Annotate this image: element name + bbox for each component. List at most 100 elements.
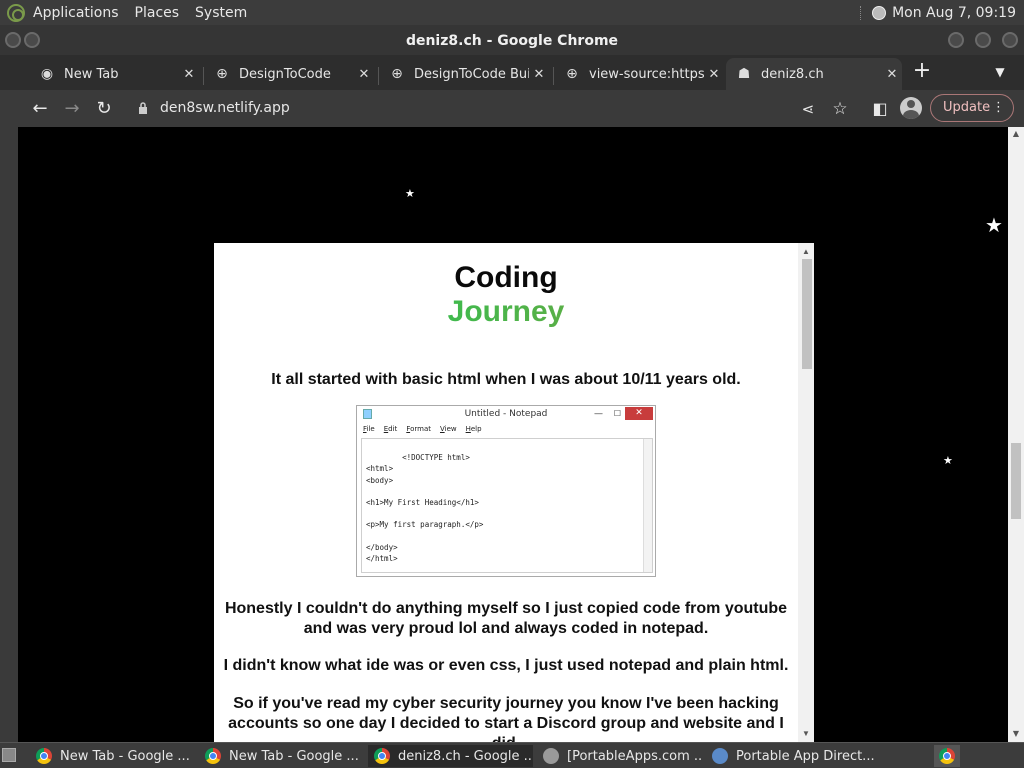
- minimize-icon[interactable]: [948, 32, 964, 48]
- notepad-menu-format: Format: [406, 425, 431, 433]
- browser-toolbar: ← → ↻ den8sw.netlify.app ⋖ ☆ ◧ Update ⋮: [18, 90, 1024, 127]
- tab-search-chevron-icon[interactable]: ▼: [990, 62, 1010, 82]
- tab-designtocode[interactable]: ⊕ DesignToCode ✕: [204, 58, 374, 90]
- tab-label: deniz8.ch: [761, 66, 824, 82]
- network-icon[interactable]: [872, 5, 887, 20]
- taskbar-item[interactable]: [PortableApps.com ...: [537, 745, 702, 767]
- tab-designtocode-build[interactable]: ⊕ DesignToCode Buil ✕: [379, 58, 549, 90]
- page-viewport[interactable]: ★ ★ ★ Coding Journey It all started with…: [18, 127, 1008, 742]
- new-tab-button[interactable]: +: [910, 60, 934, 84]
- globe-icon: ⊕: [216, 66, 228, 82]
- taskbar-item[interactable]: Portable App Direct...: [706, 745, 876, 767]
- window-title: deniz8.ch - Google Chrome: [405, 33, 619, 49]
- card-scroll-up-icon[interactable]: ▲: [798, 245, 814, 259]
- chrome-icon: [36, 748, 52, 764]
- update-label: Update: [943, 100, 991, 115]
- applications-menu[interactable]: Applications: [33, 5, 119, 21]
- window-menu-icon[interactable]: [5, 32, 21, 48]
- page-scroll-up-icon[interactable]: ▲: [1008, 127, 1024, 141]
- taskbar: New Tab - Google ... New Tab - Google ..…: [0, 742, 1024, 768]
- content-card: Coding Journey It all started with basic…: [214, 243, 814, 742]
- url-text: den8sw.netlify.app: [160, 100, 290, 116]
- notepad-screenshot: Untitled - Notepad — ☐ ✕ File Edit Forma…: [356, 405, 656, 577]
- distro-logo-icon[interactable]: [7, 3, 25, 22]
- window-left-edge: [0, 90, 18, 742]
- notepad-menu-file: File: [363, 425, 375, 433]
- close-window-icon[interactable]: [1002, 32, 1018, 48]
- system-panel: Applications Places System Mon Aug 7, 09…: [0, 0, 1024, 25]
- notepad-menu-edit: Edit: [383, 425, 398, 433]
- page-scrollbar-thumb[interactable]: [1011, 443, 1021, 519]
- notepad-code-text: <!DOCTYPE html> <html> <body> <h1>My Fir…: [366, 453, 484, 564]
- taskbar-label: Portable App Direct...: [736, 748, 875, 764]
- bookmark-star-icon[interactable]: ☆: [828, 97, 852, 121]
- chrome-icon: [939, 748, 955, 764]
- star-decoration-icon: ★: [985, 213, 1003, 237]
- system-menu[interactable]: System: [195, 5, 247, 21]
- notepad-title: Untitled - Notepad: [464, 409, 548, 419]
- taskbar-item-active[interactable]: deniz8.ch - Google ...: [368, 745, 533, 767]
- taskbar-label: New Tab - Google ...: [60, 748, 190, 764]
- tab-label: DesignToCode Buil: [414, 66, 529, 82]
- taskbar-item[interactable]: New Tab - Google ...: [199, 745, 364, 767]
- notepad-menubar: File Edit Format View Help: [357, 422, 655, 436]
- globe-icon: [712, 748, 728, 764]
- maximize-icon[interactable]: [975, 32, 991, 48]
- notepad-code: <!DOCTYPE html> <html> <body> <h1>My Fir…: [361, 438, 653, 573]
- lock-icon[interactable]: [138, 102, 148, 114]
- tab-close-icon[interactable]: ✕: [704, 67, 724, 82]
- notepad-menu-view: View: [439, 425, 457, 433]
- address-bar[interactable]: den8sw.netlify.app: [130, 94, 850, 123]
- paragraph-copied-line2: and was very proud lol and always coded …: [303, 620, 709, 637]
- tab-close-icon[interactable]: ✕: [529, 67, 549, 82]
- star-decoration-icon: ★: [405, 187, 415, 200]
- clock[interactable]: Mon Aug 7, 09:19: [892, 5, 1016, 21]
- card-scrollbar-thumb[interactable]: [802, 259, 812, 369]
- tab-close-icon[interactable]: ✕: [179, 67, 199, 82]
- chrome-icon: [374, 748, 390, 764]
- globe-icon: ⊕: [391, 66, 403, 82]
- page-scroll-down-icon[interactable]: ▼: [1008, 727, 1024, 741]
- notepad-titlebar: Untitled - Notepad — ☐ ✕: [357, 406, 655, 422]
- app-icon: [543, 748, 559, 764]
- tray-chrome-item[interactable]: [934, 745, 960, 767]
- chrome-icon: ◉: [40, 66, 54, 82]
- tab-label: DesignToCode: [239, 66, 331, 82]
- paragraph-discord-line2: accounts so one day I decided to start a…: [228, 715, 784, 742]
- tab-view-source[interactable]: ⊕ view-source:https: ✕: [554, 58, 724, 90]
- card-scroll-down-icon[interactable]: ▼: [798, 727, 814, 741]
- tab-new-tab[interactable]: ◉ New Tab ✕: [29, 58, 199, 90]
- tab-label: view-source:https:: [589, 66, 704, 82]
- tab-deniz8[interactable]: ☗ deniz8.ch ✕: [726, 58, 902, 90]
- site-icon: ☗: [737, 66, 751, 82]
- back-icon[interactable]: ←: [28, 97, 52, 121]
- taskbar-label: New Tab - Google ...: [229, 748, 359, 764]
- side-panel-icon[interactable]: ◧: [868, 97, 892, 121]
- chrome-icon: [205, 748, 221, 764]
- window-shade-icon[interactable]: [24, 32, 40, 48]
- tab-close-icon[interactable]: ✕: [882, 67, 902, 82]
- notepad-icon: [363, 409, 372, 419]
- tab-strip: ◉ New Tab ✕ ⊕ DesignToCode ✕ ⊕ DesignToC…: [0, 55, 1024, 90]
- taskbar-item[interactable]: New Tab - Google ...: [30, 745, 195, 767]
- page-scrollbar[interactable]: ▲ ▼: [1008, 127, 1024, 742]
- update-button[interactable]: Update ⋮: [930, 94, 1014, 122]
- window-titlebar[interactable]: deniz8.ch - Google Chrome: [0, 25, 1024, 55]
- paragraph-discord-line1: So if you've read my cyber security jour…: [233, 695, 779, 712]
- share-icon[interactable]: ⋖: [796, 97, 820, 121]
- star-decoration-icon: ★: [943, 454, 953, 467]
- paragraph-no-ide: I didn't know what ide was or even css, …: [223, 657, 789, 674]
- tab-label: New Tab: [64, 66, 119, 82]
- forward-icon[interactable]: →: [60, 97, 84, 121]
- tab-close-icon[interactable]: ✕: [354, 67, 374, 82]
- profile-avatar[interactable]: [900, 97, 922, 119]
- show-desktop-icon[interactable]: [2, 748, 16, 762]
- reload-icon[interactable]: ↻: [92, 97, 116, 121]
- heading-coding: Coding: [454, 261, 558, 294]
- card-scrollbar[interactable]: ▲ ▼: [798, 243, 814, 742]
- places-menu[interactable]: Places: [135, 5, 180, 21]
- notepad-menu-help: Help: [465, 425, 482, 433]
- notepad-close-icon: ✕: [625, 407, 653, 420]
- taskbar-label: deniz8.ch - Google ...: [398, 748, 533, 764]
- kebab-menu-icon[interactable]: ⋮: [992, 95, 1005, 121]
